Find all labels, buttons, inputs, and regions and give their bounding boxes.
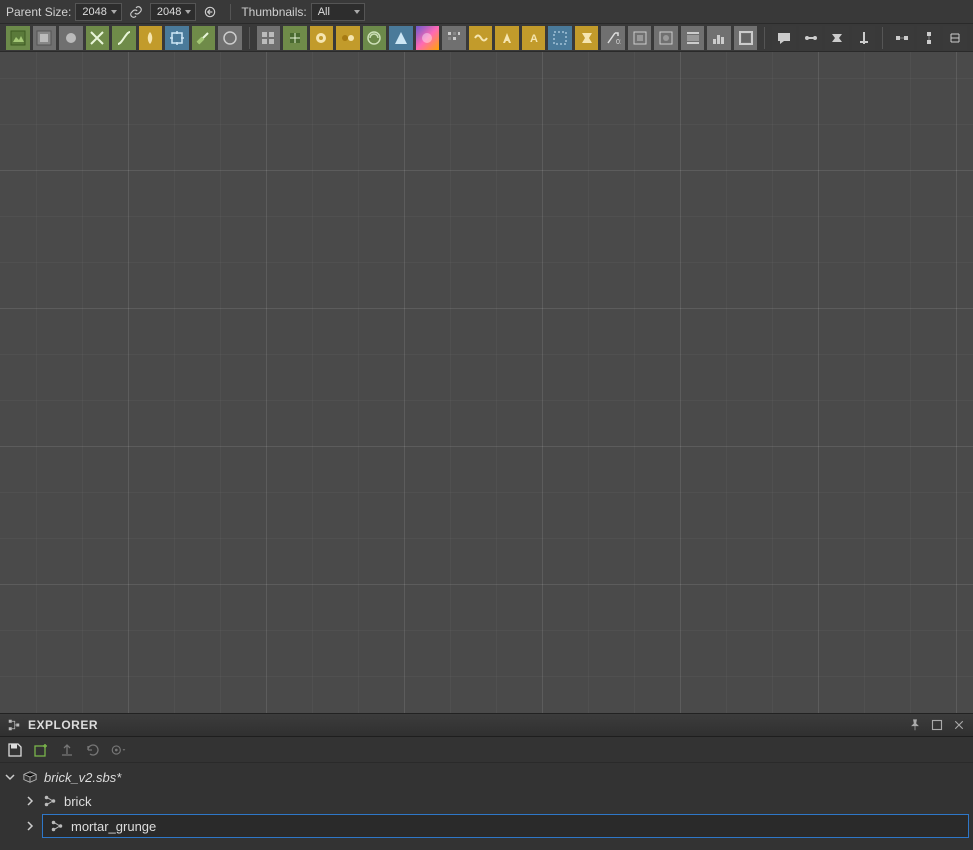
blur-node-button[interactable] xyxy=(218,26,242,50)
chevron-down-icon[interactable] xyxy=(4,772,16,782)
package-icon xyxy=(22,769,38,785)
package-name: brick_v2.sbs* xyxy=(44,770,969,785)
crop-node-button[interactable] xyxy=(734,26,758,50)
channel-shuffle-node-button[interactable] xyxy=(283,26,307,50)
tree-icon xyxy=(6,717,22,733)
bitmap-node-button[interactable] xyxy=(6,26,30,50)
anchor-tool-button[interactable] xyxy=(852,26,876,50)
levels-node-button[interactable] xyxy=(336,26,360,50)
gradient-map-node-button[interactable] xyxy=(139,26,163,50)
graph-row[interactable]: brick xyxy=(4,789,969,813)
explorer-toolbar xyxy=(0,737,973,763)
package-row[interactable]: brick_v2.sbs* xyxy=(4,765,969,789)
parent-height-value: 2048 xyxy=(157,6,181,18)
transform-2d-node-button[interactable] xyxy=(165,26,189,50)
separator xyxy=(230,4,231,20)
align-h-button[interactable] xyxy=(890,26,914,50)
dyn-gradient-node-button[interactable] xyxy=(548,26,572,50)
blend-node-button[interactable] xyxy=(86,26,110,50)
sharpen-node-button[interactable] xyxy=(192,26,216,50)
graph-row-selected[interactable]: mortar_grunge xyxy=(4,813,969,839)
align-v-button[interactable] xyxy=(917,26,941,50)
histogram-node-button[interactable] xyxy=(707,26,731,50)
explorer-tree: brick_v2.sbs* brick mortar_grunge xyxy=(0,763,973,850)
hsl-node-button[interactable] xyxy=(442,26,466,50)
parent-height-select[interactable]: 2048 xyxy=(150,3,196,21)
arrange-button[interactable] xyxy=(943,26,967,50)
graph-name: mortar_grunge xyxy=(71,819,968,834)
link-dimensions-button[interactable] xyxy=(126,2,146,22)
safe-transform-node-button[interactable] xyxy=(681,26,705,50)
chevron-down-icon xyxy=(111,10,117,14)
graph-name: brick xyxy=(64,794,969,809)
pin-tool-button[interactable] xyxy=(825,26,849,50)
thumbnails-label: Thumbnails: xyxy=(241,5,306,19)
chevron-down-icon xyxy=(354,10,360,14)
pin-icon[interactable] xyxy=(907,717,923,733)
thumbnails-value: All xyxy=(318,6,330,18)
grayscale-conversion-node-button[interactable] xyxy=(416,26,440,50)
normal-node-button[interactable] xyxy=(389,26,413,50)
svg-text:A: A xyxy=(530,33,538,45)
explorer-panel: EXPLORER xyxy=(0,713,973,850)
graph-icon xyxy=(42,793,58,809)
separator xyxy=(764,27,765,49)
save-button[interactable] xyxy=(6,741,24,759)
splatter-node-button[interactable]: 01 xyxy=(601,26,625,50)
separator xyxy=(882,27,883,49)
text-node-button[interactable] xyxy=(495,26,519,50)
parent-width-value: 2048 xyxy=(82,6,106,18)
chevron-right-icon[interactable] xyxy=(24,796,36,806)
parent-width-select[interactable]: 2048 xyxy=(75,3,121,21)
separator xyxy=(249,27,250,49)
curve-node-button[interactable] xyxy=(112,26,136,50)
shape-node-button[interactable] xyxy=(628,26,652,50)
reset-size-button[interactable] xyxy=(200,2,220,22)
export-button[interactable] xyxy=(58,741,76,759)
uniform-color-node-button[interactable] xyxy=(59,26,83,50)
chevron-right-icon[interactable] xyxy=(24,821,36,831)
distance-node-button[interactable] xyxy=(654,26,678,50)
pixel-processor-node-button[interactable] xyxy=(257,26,281,50)
fx-map-node-button[interactable] xyxy=(310,26,334,50)
comment-tool-button[interactable] xyxy=(772,26,796,50)
frame-tool-button[interactable] xyxy=(799,26,823,50)
canvas-grid xyxy=(0,52,973,713)
explorer-title: EXPLORER xyxy=(28,718,901,732)
refresh-button[interactable] xyxy=(84,741,102,759)
explorer-header: EXPLORER xyxy=(0,713,973,737)
maximize-icon[interactable] xyxy=(929,717,945,733)
settings-dropdown-button[interactable] xyxy=(110,741,128,759)
graph-canvas[interactable] xyxy=(0,52,973,713)
chevron-down-icon xyxy=(185,10,191,14)
tile-sampler-node-button[interactable] xyxy=(575,26,599,50)
new-package-button[interactable] xyxy=(32,741,50,759)
dir-warp-node-button[interactable] xyxy=(363,26,387,50)
thumbnails-select[interactable]: All xyxy=(311,3,365,21)
svg-node-button[interactable] xyxy=(33,26,57,50)
top-toolbar: Parent Size: 2048 2048 Thumbnails: All xyxy=(0,0,973,24)
close-icon[interactable] xyxy=(951,717,967,733)
svg-text:01: 01 xyxy=(616,39,621,46)
node-toolbar: A 01 xyxy=(0,24,973,52)
warp-node-button[interactable] xyxy=(469,26,493,50)
graph-icon xyxy=(49,818,65,834)
svg-shape-node-button[interactable]: A xyxy=(522,26,546,50)
parent-size-label: Parent Size: xyxy=(6,5,71,19)
